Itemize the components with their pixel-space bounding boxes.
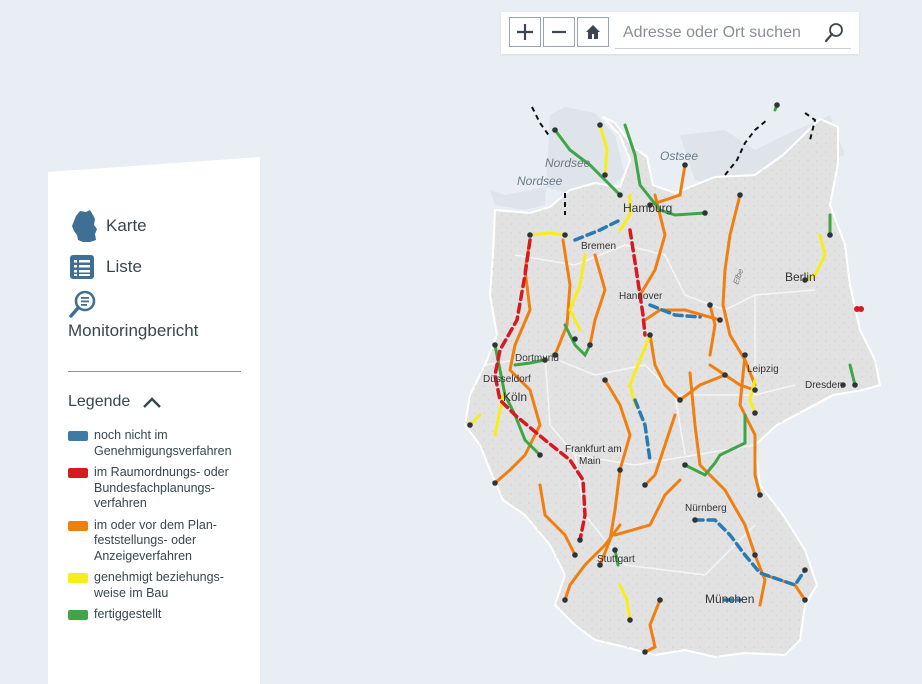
- home-icon: [586, 25, 600, 39]
- zoom-out-button[interactable]: [543, 17, 575, 47]
- legend-swatch-green: [68, 610, 88, 620]
- legend-item: im Raumordnungs- oder Bundesfachplanungs…: [68, 465, 243, 512]
- legend-swatch-blue: [68, 431, 88, 441]
- city-label: Main: [579, 456, 601, 467]
- list-icon: [70, 255, 94, 279]
- city-label: München: [705, 592, 754, 606]
- legend-swatch-orange: [68, 520, 88, 531]
- legend-item: genehmigt beziehungs- weise im Bau: [68, 570, 243, 601]
- nav-label-list: Liste: [106, 257, 142, 276]
- nav-item-report[interactable]: Monitoringbericht: [68, 290, 198, 341]
- city-label: Düsseldorf: [483, 374, 531, 385]
- sea-label: Ostsee: [660, 149, 698, 163]
- panel-divider: [68, 371, 241, 372]
- germany-grid-map[interactable]: Nordsee Nordsee Ostsee Hamburg Bremen Ha…: [455, 95, 895, 675]
- sea-label: Nordsee: [545, 156, 591, 170]
- search-input[interactable]: [621, 18, 821, 48]
- search-box: [615, 18, 851, 49]
- legend-title: Legende: [68, 393, 131, 410]
- legend-item: fertiggestellt: [68, 607, 243, 623]
- chevron-up-icon: [143, 397, 162, 408]
- city-label: Nürnberg: [685, 503, 727, 514]
- home-button[interactable]: [577, 17, 609, 47]
- minus-icon: [552, 30, 566, 34]
- nav-label-map: Karte: [106, 216, 147, 235]
- legend-list: noch nicht im Genehmigungsverfahren im R…: [68, 428, 243, 629]
- sea-label: Nordsee: [517, 174, 563, 188]
- search-icon[interactable]: [823, 22, 845, 44]
- map-toolbar: [501, 12, 859, 54]
- city-label: Dresden: [805, 380, 843, 391]
- nav-item-list[interactable]: Liste: [68, 253, 142, 281]
- city-label: Stuttgart: [597, 554, 635, 565]
- legend-label: im Raumordnungs- oder Bundesfachplanungs…: [94, 465, 229, 510]
- plus-icon: [517, 24, 533, 40]
- legend-label: fertiggestellt: [94, 607, 162, 621]
- report-search-icon: [69, 290, 96, 318]
- city-label: Frankfurt am: [565, 444, 622, 455]
- legend-label: im oder vor dem Plan- feststellungs- ode…: [94, 517, 217, 563]
- city-label: Leipzig: [747, 364, 779, 375]
- legend-item: noch nicht im Genehmigungsverfahren: [68, 428, 243, 459]
- legend-toggle[interactable]: Legende: [68, 393, 164, 411]
- city-label: Bremen: [581, 241, 616, 252]
- city-label: Dortmund: [515, 353, 559, 364]
- city-label: Hannover: [619, 291, 663, 302]
- legend-swatch-yellow: [68, 573, 88, 583]
- zoom-in-button[interactable]: [509, 17, 541, 47]
- city-label: Berlin: [785, 270, 816, 284]
- nav-item-map[interactable]: Karte: [68, 209, 147, 243]
- legend-item: im oder vor dem Plan- feststellungs- ode…: [68, 518, 243, 565]
- nav-label-report: Monitoringbericht: [68, 321, 199, 340]
- city-label: Köln: [503, 390, 527, 404]
- legend-label: noch nicht im Genehmigungsverfahren: [94, 428, 232, 458]
- legend-swatch-red: [68, 468, 88, 478]
- legend-label: genehmigt beziehungs- weise im Bau: [94, 570, 224, 600]
- border-dots: [854, 306, 864, 312]
- city-label: Hamburg: [623, 201, 672, 215]
- germany-map-icon: [72, 210, 97, 242]
